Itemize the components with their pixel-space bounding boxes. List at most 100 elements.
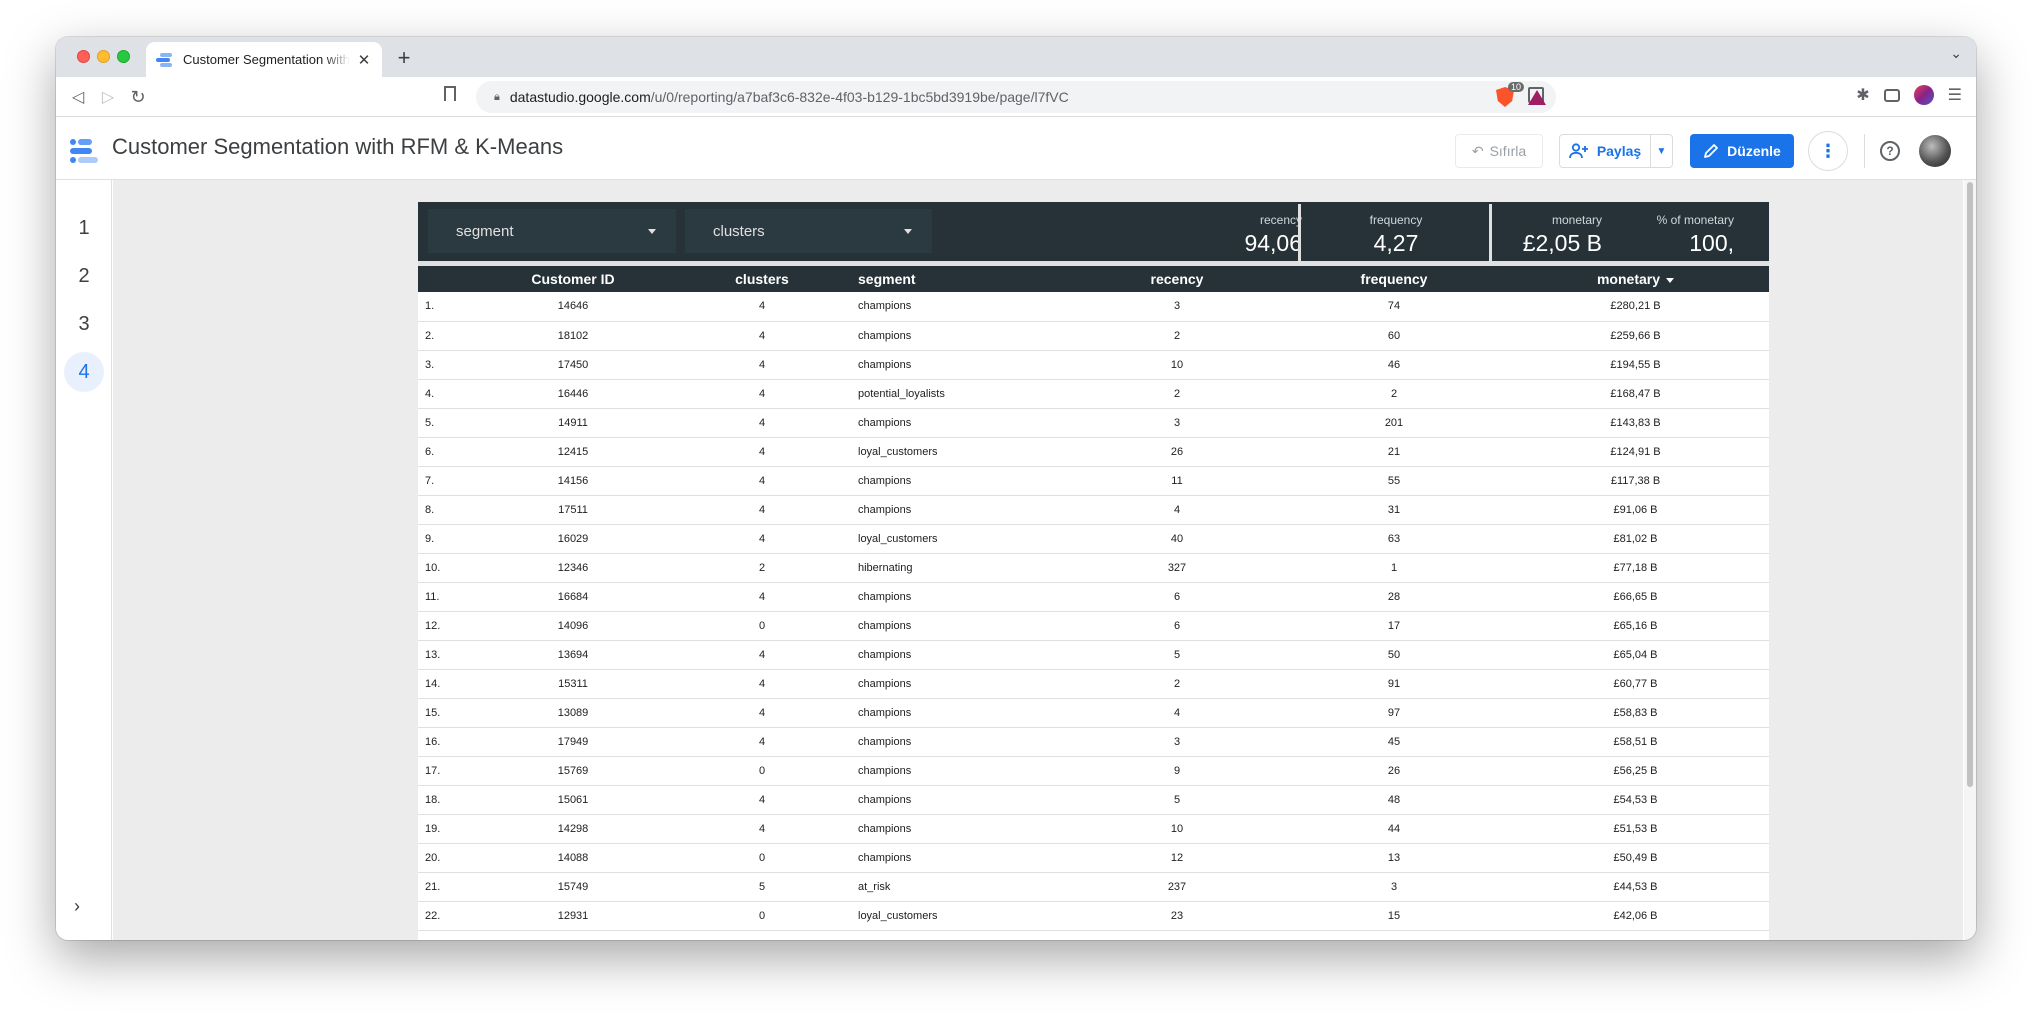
- monetary-column-header[interactable]: monetary: [1502, 266, 1769, 292]
- table-row[interactable]: 2. 18102 4 champions 2 60 £259,66 B: [418, 321, 1769, 351]
- undo-icon: ↶: [1471, 142, 1484, 159]
- table-row[interactable]: 6. 12415 4 loyal_customers 26 21 £124,91 B: [418, 437, 1769, 467]
- reset-button[interactable]: ↶ Sıfırla: [1455, 134, 1543, 168]
- frequency-kpi-value: 4,27: [1373, 230, 1419, 256]
- row-index: 5.: [418, 408, 478, 438]
- share-button[interactable]: Paylaş ▼: [1559, 134, 1673, 168]
- customer-id-column-header[interactable]: Customer ID: [478, 266, 668, 292]
- brave-rewards-icon[interactable]: [1528, 89, 1546, 105]
- recency-cell: 11: [1068, 466, 1286, 496]
- table-row[interactable]: 3. 17450 4 champions 10 46 £194,55 B: [418, 350, 1769, 380]
- monetary-cell: £194,55 B: [1502, 350, 1769, 380]
- frequency-cell: 15: [1286, 901, 1502, 931]
- clusters-cell: 0: [668, 611, 856, 641]
- bookmark-icon[interactable]: [444, 86, 456, 101]
- reload-button[interactable]: ↻: [126, 85, 150, 109]
- page-link-4[interactable]: 4: [64, 352, 104, 392]
- maximize-window-button[interactable]: [117, 50, 130, 63]
- frequency-cell: 63: [1286, 524, 1502, 554]
- table-row[interactable]: 7. 14156 4 champions 11 55 £117,38 B: [418, 466, 1769, 496]
- share-dropdown-caret-icon[interactable]: ▼: [1650, 135, 1672, 167]
- customer-id-cell: 16446: [478, 379, 668, 409]
- segment-cell: champions: [856, 495, 1068, 525]
- more-options-icon[interactable]: ⋮: [1808, 131, 1848, 171]
- table-row[interactable]: 15. 13089 4 champions 4 97 £58,83 B: [418, 698, 1769, 728]
- recency-scorecard[interactable]: recency 94,06: [1118, 202, 1318, 261]
- table-row[interactable]: 8. 17511 4 champions 4 31 £91,06 B: [418, 495, 1769, 525]
- url-text: datastudio.google.com/u/0/reporting/a7ba…: [510, 89, 1069, 105]
- customer-id-cell: 15061: [478, 785, 668, 815]
- table-row[interactable]: 19. 14298 4 champions 10 44 £51,53 B: [418, 814, 1769, 844]
- monetary-scorecard[interactable]: monetary £2,05 B: [1498, 202, 1602, 261]
- clusters-column-header[interactable]: clusters: [668, 266, 856, 292]
- table-row[interactable]: 22. 12931 0 loyal_customers 23 15 £42,06 B: [418, 901, 1769, 931]
- table-row[interactable]: 20. 14088 0 champions 12 13 £50,49 B: [418, 843, 1769, 873]
- tab-search-chevron-icon[interactable]: ⌄: [1950, 45, 1962, 62]
- row-index: 3.: [418, 350, 478, 380]
- segment-column-header[interactable]: segment: [856, 266, 1068, 292]
- pct-monetary-scorecard[interactable]: % of monetary 100,: [1608, 202, 1758, 261]
- table-row[interactable]: 11. 16684 4 champions 6 28 £66,65 B: [418, 582, 1769, 612]
- table-row[interactable]: 16. 17949 4 champions 3 45 £58,51 B: [418, 727, 1769, 757]
- customer-id-cell: 13694: [478, 640, 668, 670]
- table-row[interactable]: 21. 15749 5 at_risk 237 3 £44,53 B: [418, 872, 1769, 902]
- segment-cell: champions: [856, 843, 1068, 873]
- user-avatar[interactable]: [1919, 135, 1951, 167]
- frequency-column-header[interactable]: frequency: [1286, 266, 1502, 292]
- minimize-window-button[interactable]: [97, 50, 110, 63]
- table-row[interactable]: 13. 13694 4 champions 5 50 £65,04 B: [418, 640, 1769, 670]
- table-row[interactable]: 9. 16029 4 loyal_customers 40 63 £81,02 B: [418, 524, 1769, 554]
- segment-filter-dropdown[interactable]: segment: [428, 209, 676, 253]
- new-tab-button[interactable]: +: [392, 45, 416, 71]
- expand-nav-chevron-icon[interactable]: ›: [74, 896, 80, 917]
- frequency-scorecard[interactable]: frequency 4,27: [1303, 202, 1489, 261]
- segment-cell: loyal_customers: [856, 437, 1068, 467]
- recency-cell: 3: [1068, 727, 1286, 757]
- scrollbar-thumb[interactable]: [1967, 182, 1973, 787]
- page-link-1[interactable]: 1: [64, 208, 104, 248]
- table-row[interactable]: 1. 14646 4 champions 3 74 £280,21 B: [418, 292, 1769, 322]
- segment-cell: loyal_customers: [856, 524, 1068, 554]
- row-index: 14.: [418, 669, 478, 699]
- table-row[interactable]: 18. 15061 4 champions 5 48 £54,53 B: [418, 785, 1769, 815]
- report-canvas: segment clusters recency 94,06 frequency…: [113, 180, 1963, 940]
- customer-id-cell: 14088: [478, 843, 668, 873]
- browser-menu-icon[interactable]: ☰: [1948, 85, 1962, 105]
- table-row[interactable]: 10. 12346 2 hibernating 327 1 £77,18 B: [418, 553, 1769, 583]
- page-link-2[interactable]: 2: [64, 256, 104, 296]
- customer-id-cell: 15311: [478, 669, 668, 699]
- table-row[interactable]: 14. 15311 4 champions 2 91 £60,77 B: [418, 669, 1769, 699]
- wallet-icon[interactable]: [1883, 88, 1900, 102]
- clusters-cell: 4: [668, 292, 856, 322]
- extensions-puzzle-icon[interactable]: ✱: [1856, 85, 1869, 105]
- segment-cell: champions: [856, 640, 1068, 670]
- segment-cell: champions: [856, 466, 1068, 496]
- tab-close-icon[interactable]: ✕: [356, 51, 372, 69]
- monetary-cell: £54,53 B: [1502, 785, 1769, 815]
- table-row[interactable]: 4. 16446 4 potential_loyalists 2 2 £168,47 B: [418, 379, 1769, 409]
- forward-button[interactable]: ▷: [96, 85, 120, 109]
- vertical-scrollbar[interactable]: [1964, 180, 1976, 940]
- close-window-button[interactable]: [77, 50, 90, 63]
- reset-label: Sıfırla: [1489, 143, 1527, 159]
- lock-icon[interactable]: 🔒︎: [494, 91, 500, 104]
- page-link-3[interactable]: 3: [64, 304, 104, 344]
- pct-monetary-kpi-value: 100,: [1689, 230, 1734, 256]
- monetary-cell: £56,25 B: [1502, 756, 1769, 786]
- help-icon[interactable]: ?: [1880, 141, 1900, 161]
- browser-profile-icon[interactable]: [1913, 85, 1934, 105]
- segment-cell: champions: [856, 292, 1068, 322]
- kpi-divider: [1489, 204, 1492, 261]
- clusters-filter-dropdown[interactable]: clusters: [685, 209, 932, 253]
- address-bar[interactable]: 🔒︎ datastudio.google.com/u/0/reporting/a…: [476, 81, 1556, 113]
- back-button[interactable]: ◁: [66, 85, 90, 109]
- table-row[interactable]: 12. 14096 0 champions 6 17 £65,16 B: [418, 611, 1769, 641]
- recency-cell: 10: [1068, 350, 1286, 380]
- table-row[interactable]: 5. 14911 4 champions 3 201 £143,83 B: [418, 408, 1769, 438]
- browser-window: Customer Segmentation with RFM & K-Means…: [56, 37, 1976, 940]
- recency-column-header[interactable]: recency: [1068, 266, 1286, 292]
- browser-tab[interactable]: Customer Segmentation with RFM & K-Means…: [146, 42, 382, 77]
- datastudio-logo-icon[interactable]: [70, 139, 100, 165]
- table-row[interactable]: 17. 15769 0 champions 9 26 £56,25 B: [418, 756, 1769, 786]
- edit-button[interactable]: Düzenle: [1690, 134, 1794, 168]
